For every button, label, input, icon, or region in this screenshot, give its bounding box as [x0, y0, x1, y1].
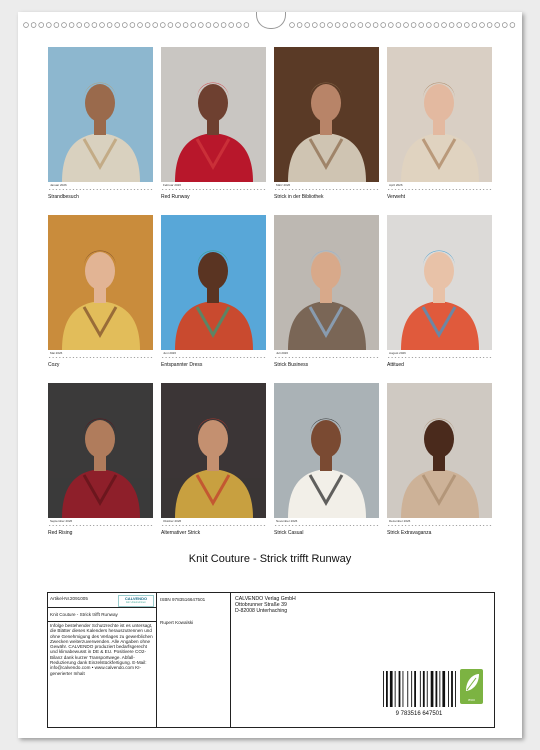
day-dots: [274, 524, 379, 527]
month-photo: [161, 47, 266, 182]
day-dots: [387, 356, 492, 359]
month-card: März 2026 Strick in der Bibliothek: [274, 47, 379, 200]
eco-badge: eco: [460, 669, 483, 704]
month-card: Februar 2026 Red Runway: [161, 47, 266, 200]
mini-calendar: Mai 2026: [48, 351, 153, 361]
day-dots: [48, 356, 153, 359]
month-photo: [387, 47, 492, 182]
legal-text: Infolge bestehender Schutzrechte ist es …: [50, 623, 153, 676]
month-card: Oktober 2026 Alternativer Strick: [161, 383, 266, 536]
month-photo: [48, 215, 153, 350]
month-photo: [274, 383, 379, 518]
calendar-title: Knit Couture - Strick trifft Runway: [188, 553, 352, 565]
month-caption: Strick in der Bibliothek: [274, 194, 324, 200]
month-caption: Alternativer Strick: [161, 530, 201, 536]
month-caption: Cozy: [48, 362, 60, 368]
mini-calendar: Oktober 2026: [161, 519, 266, 529]
month-caption: Red Rising: [48, 530, 73, 536]
barcode-digits: 9 783516 647501: [396, 711, 443, 717]
day-dots: [387, 188, 492, 191]
month-caption: Attitued: [387, 362, 404, 368]
month-card: Januar 2026 Strandbesuch: [48, 47, 153, 200]
month-label: August 2026: [389, 351, 406, 355]
month-photo: [48, 383, 153, 518]
month-card: Mai 2026 Cozy: [48, 215, 153, 368]
mini-calendar: August 2026: [387, 351, 492, 361]
day-dots: [387, 524, 492, 527]
info-column-middle: ISBN 9783516647501 Rupert Kowalski: [156, 593, 231, 727]
mini-calendar: März 2026: [274, 183, 379, 193]
month-card: August 2026 Attitued: [387, 215, 492, 368]
day-dots: [48, 524, 153, 527]
mini-calendar: November 2026: [274, 519, 379, 529]
month-label: September 2026: [50, 519, 73, 523]
month-label: Oktober 2026: [163, 519, 182, 523]
info-column-right: CALVENDO Verlag GmbH Ottobrunner Straße …: [231, 593, 494, 727]
day-dots: [48, 188, 153, 191]
month-photo: [161, 383, 266, 518]
month-photo: [387, 383, 492, 518]
month-label: Mai 2026: [50, 351, 63, 355]
month-caption: Entspannter Dress: [161, 362, 203, 368]
month-photo: [48, 47, 153, 182]
month-label: März 2026: [276, 183, 291, 187]
month-label: Januar 2026: [50, 183, 67, 187]
month-label: April 2026: [389, 183, 403, 187]
month-photo: [274, 47, 379, 182]
month-photo: [161, 215, 266, 350]
mini-calendar: Februar 2026: [161, 183, 266, 193]
mini-calendar: April 2026: [387, 183, 492, 193]
month-caption: Strick Business: [274, 362, 309, 368]
day-dots: [161, 524, 266, 527]
month-caption: Verweht: [387, 194, 406, 200]
mini-calendar: Juli 2026: [274, 351, 379, 361]
mini-calendar: Juni 2026: [161, 351, 266, 361]
barcode: 9 783516 647501: [379, 669, 478, 717]
day-dots: [161, 188, 266, 191]
leaf-icon: [466, 674, 479, 691]
month-card: Juni 2026 Entspannter Dress: [161, 215, 266, 368]
month-label: Februar 2026: [163, 183, 182, 187]
month-label: Juli 2026: [276, 351, 289, 355]
month-label: Dezember 2026: [389, 519, 411, 523]
month-label: November 2026: [276, 519, 298, 523]
calendar-page: Januar 2026 Strandbesuch Februar 2026 Red R…: [18, 12, 522, 738]
month-caption: Strandbesuch: [48, 194, 79, 200]
day-dots: [274, 356, 379, 359]
month-caption: Red Runway: [161, 194, 190, 200]
calvendo-logo: CALVENDO Ein Unternehmen: [118, 595, 154, 607]
day-dots: [161, 356, 266, 359]
mini-calendar: Januar 2026: [48, 183, 153, 193]
mini-calendar: September 2026: [48, 519, 153, 529]
product-title: Knit Couture - Strick trifft Runway: [50, 612, 118, 617]
product-info-box: Artikel-Nr.: 2091005 CALVENDO Ein Untern…: [47, 592, 495, 728]
article-label: Artikel-Nr.:: [50, 596, 72, 601]
author: Rupert Kowalski: [160, 620, 194, 625]
month-photo: [387, 215, 492, 350]
month-caption: Strick Extravaganza: [387, 530, 432, 536]
publisher-address: CALVENDO Verlag GmbH Ottobrunner Straße …: [235, 596, 296, 614]
day-dots: [274, 188, 379, 191]
info-column-left: Artikel-Nr.: 2091005 CALVENDO Ein Untern…: [48, 593, 157, 727]
month-card: April 2026 Verweht: [387, 47, 492, 200]
month-card: Dezember 2026 Strick Extravaganza: [387, 383, 492, 536]
mini-calendar: Dezember 2026: [387, 519, 492, 529]
month-card: September 2026 Red Rising: [48, 383, 153, 536]
month-card: November 2026 Strick Casual: [274, 383, 379, 536]
month-photo: [274, 215, 379, 350]
isbn: ISBN 9783516647501: [160, 597, 206, 602]
month-label: Juni 2026: [163, 351, 177, 355]
article-number: 2091005: [70, 596, 88, 601]
month-card: Juli 2026 Strick Business: [274, 215, 379, 368]
month-caption: Strick Casual: [274, 530, 304, 536]
